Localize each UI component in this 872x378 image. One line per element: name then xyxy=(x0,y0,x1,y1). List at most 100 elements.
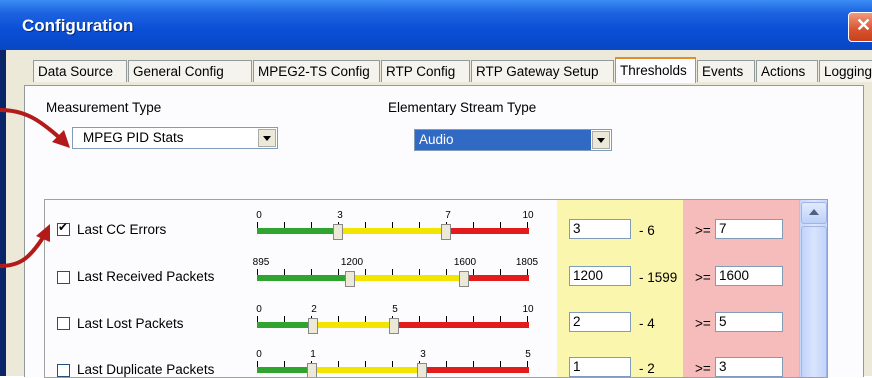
slider-tick-label: 10 xyxy=(522,304,534,315)
slider-tick xyxy=(419,269,420,275)
high-threshold-input[interactable]: 3 xyxy=(715,357,783,377)
slider-tick xyxy=(392,222,393,228)
slider-tick xyxy=(338,316,339,322)
slider-tick xyxy=(527,222,528,228)
high-threshold-thumb[interactable] xyxy=(389,318,399,334)
threshold-slider[interactable]: 0 2 5 10 xyxy=(256,304,534,334)
slider-tick xyxy=(365,222,366,228)
slider-tick-label: 1 xyxy=(310,349,316,360)
row-label: Last Received Packets xyxy=(77,269,215,284)
measurement-type-arrow-icon xyxy=(0,108,70,148)
low-threshold-thumb[interactable] xyxy=(333,224,343,240)
slider-tick xyxy=(500,222,501,228)
close-button[interactable]: ✕ xyxy=(848,12,872,42)
tab-actions[interactable]: Actions xyxy=(756,60,818,82)
slider-green-segment xyxy=(257,228,337,234)
threshold-slider[interactable]: 895 1200 1600 1805 xyxy=(253,257,538,287)
slider-tick xyxy=(446,269,447,275)
gte-label: >= xyxy=(695,316,711,331)
slider-tick xyxy=(365,269,366,275)
slider-tick xyxy=(392,269,393,275)
gte-label: >= xyxy=(695,361,711,376)
slider-tick-label: 0 xyxy=(256,349,262,360)
slider-yellow-segment xyxy=(349,275,463,281)
slider-tick xyxy=(419,316,420,322)
low-threshold-input[interactable]: 2 xyxy=(569,312,631,332)
slider-tick xyxy=(284,316,285,322)
slider-tick xyxy=(311,269,312,275)
low-threshold-thumb[interactable] xyxy=(308,318,318,334)
tab-rtp-gateway-setup[interactable]: RTP Gateway Setup xyxy=(471,60,614,82)
slider-tick xyxy=(500,316,501,322)
tab-logging[interactable]: Logging xyxy=(819,60,872,82)
slider-green-segment xyxy=(257,275,349,281)
slider-tick xyxy=(311,222,312,228)
high-threshold-input[interactable]: 5 xyxy=(715,312,783,332)
row-checkbox[interactable] xyxy=(57,317,70,330)
window-title: Configuration xyxy=(22,16,134,35)
slider-tick xyxy=(527,316,528,322)
low-range-end: - 2 xyxy=(639,361,655,376)
slider-tick xyxy=(365,361,366,367)
high-threshold-thumb[interactable] xyxy=(459,271,469,287)
slider-tick xyxy=(446,361,447,367)
slider-tick xyxy=(284,269,285,275)
threshold-slider[interactable]: 0 1 3 5 xyxy=(256,349,533,377)
stream-type-value: Audio xyxy=(415,130,591,150)
chevron-down-icon[interactable] xyxy=(258,129,276,147)
slider-tick-label: 7 xyxy=(445,210,451,221)
vertical-scrollbar[interactable] xyxy=(799,200,827,377)
slider-tick xyxy=(473,222,474,228)
slider-tick-label: 3 xyxy=(337,210,343,221)
row-checkbox[interactable] xyxy=(57,364,70,377)
low-threshold-input[interactable]: 3 xyxy=(569,219,631,239)
tab-mpeg2-ts-config[interactable]: MPEG2-TS Config xyxy=(253,60,380,82)
slider-tick-label: 0 xyxy=(256,210,262,221)
title-bar[interactable]: Configuration ✕ xyxy=(0,0,872,50)
slider-tick-label: 10 xyxy=(522,210,534,221)
slider-tick xyxy=(419,222,420,228)
slider-tick xyxy=(284,361,285,367)
slider-tick-label: 5 xyxy=(525,349,531,360)
slider-tick-label: 0 xyxy=(256,304,262,315)
scroll-up-icon[interactable] xyxy=(801,202,827,224)
slider-tick xyxy=(365,316,366,322)
high-threshold-input[interactable]: 7 xyxy=(715,219,783,239)
slider-tick xyxy=(338,361,339,367)
slider-tick xyxy=(392,361,393,367)
slider-tick xyxy=(473,361,474,367)
high-threshold-input[interactable]: 1600 xyxy=(715,266,783,286)
slider-tick xyxy=(527,269,528,275)
high-threshold-thumb[interactable] xyxy=(441,224,451,240)
configuration-window: Configuration ✕ Data Source General Conf… xyxy=(0,0,872,378)
row-label: Last Lost Packets xyxy=(77,316,184,331)
slider-tick xyxy=(473,316,474,322)
stream-type-select[interactable]: Audio xyxy=(414,129,612,151)
threshold-slider[interactable]: 0 3 7 10 xyxy=(256,210,534,240)
tab-thresholds[interactable]: Thresholds xyxy=(615,57,696,83)
scroll-thumb[interactable] xyxy=(801,226,827,377)
gte-label: >= xyxy=(695,270,711,285)
low-threshold-input[interactable]: 1 xyxy=(569,357,631,377)
slider-tick xyxy=(446,316,447,322)
low-threshold-input[interactable]: 1200 xyxy=(569,266,631,286)
row-label: Last CC Errors xyxy=(77,222,167,237)
slider-tick xyxy=(500,269,501,275)
measurement-type-select[interactable]: MPEG PID Stats xyxy=(72,127,278,149)
slider-red-segment xyxy=(463,275,529,281)
tab-rtp-config[interactable]: RTP Config xyxy=(381,60,470,82)
tab-events[interactable]: Events xyxy=(697,60,755,82)
slider-tick xyxy=(257,361,258,367)
slider-tick xyxy=(338,269,339,275)
chevron-down-icon[interactable] xyxy=(592,131,610,149)
close-icon: ✕ xyxy=(856,15,872,35)
stream-type-label: Elementary Stream Type xyxy=(388,100,537,115)
slider-tick-label: 2 xyxy=(311,304,317,315)
slider-tick-label: 895 xyxy=(252,257,270,268)
row-label: Last Duplicate Packets xyxy=(77,362,215,377)
tab-data-source[interactable]: Data Source xyxy=(33,60,127,82)
tab-general-config[interactable]: General Config xyxy=(128,60,252,82)
slider-yellow-segment xyxy=(337,228,445,234)
slider-tick-label: 1200 xyxy=(340,257,364,268)
low-threshold-thumb[interactable] xyxy=(345,271,355,287)
